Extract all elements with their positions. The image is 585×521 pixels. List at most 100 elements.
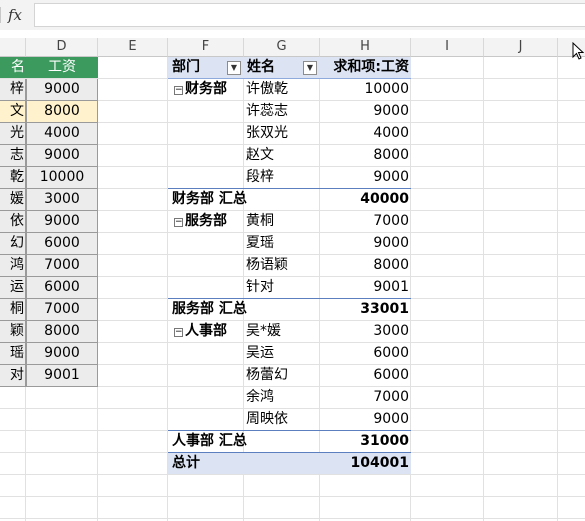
column-header-e[interactable]: E <box>98 38 168 57</box>
pivot-name-cell[interactable]: 黄桐 <box>246 211 274 232</box>
pivot-header-sum: 求和项:工资 <box>333 59 409 75</box>
pivot-item-row: − 服务部 黄桐 7000 <box>168 211 411 233</box>
pivot-name-cell[interactable]: 周映依 <box>246 409 288 430</box>
pivot-value-cell[interactable]: 3000 <box>320 321 409 342</box>
pivot-subtotal-value[interactable]: 40000 <box>320 189 409 210</box>
name-filter-dropdown-icon[interactable]: ▼ <box>303 61 317 75</box>
pivot-name-cell[interactable]: 段梓 <box>246 167 274 188</box>
pivot-value-cell[interactable]: 6000 <box>320 343 409 364</box>
pivot-header-dept: 部门 <box>172 59 200 75</box>
pivot-value-cell[interactable]: 7000 <box>320 387 409 408</box>
pivot-subtotal-label[interactable]: 人事部 汇总 <box>172 431 247 452</box>
source-cell-c[interactable]: 依 <box>0 211 26 233</box>
pivot-name-cell[interactable]: 杨语颖 <box>246 255 288 276</box>
pivot-value-cell[interactable]: 9000 <box>320 101 409 122</box>
pivot-grand-total-label[interactable]: 总计 <box>172 453 200 474</box>
source-cell-c[interactable]: 梓 <box>0 79 26 101</box>
pivot-item-row: 张双光 4000 <box>168 123 411 145</box>
source-cell-d[interactable]: 4000 <box>26 123 98 145</box>
pivot-dept-text: 人事部 <box>185 323 227 339</box>
pivot-grand-total-value[interactable]: 104001 <box>320 453 409 474</box>
collapse-icon[interactable]: − <box>174 86 183 95</box>
source-cell-d[interactable]: 9000 <box>26 211 98 233</box>
pivot-value-cell[interactable]: 6000 <box>320 365 409 386</box>
pivot-value-cell[interactable]: 9000 <box>320 167 409 188</box>
pivot-value-cell[interactable]: 9001 <box>320 277 409 298</box>
source-cell-d[interactable]: 8000 <box>26 321 98 343</box>
column-header-d[interactable]: D <box>26 38 98 57</box>
pivot-item-row: 杨语颖 8000 <box>168 255 411 277</box>
pivot-item-row: 段梓 9000 <box>168 167 411 189</box>
source-cell-c[interactable]: 志 <box>0 145 26 167</box>
pivot-name-cell[interactable]: 吴运 <box>246 343 274 364</box>
pivot-value-cell[interactable]: 8000 <box>320 145 409 166</box>
formula-input[interactable] <box>34 3 585 27</box>
pivot-dept-label[interactable]: − 人事部 <box>174 321 227 342</box>
source-cell-c[interactable]: 幻 <box>0 233 26 255</box>
pivot-name-cell[interactable]: 针对 <box>246 277 274 298</box>
source-header-d[interactable]: 工资 <box>26 57 98 78</box>
source-cell-d[interactable]: 9001 <box>26 365 98 387</box>
source-cell-d[interactable]: 7000 <box>26 299 98 321</box>
pivot-subtotal-label[interactable]: 财务部 汇总 <box>172 189 247 210</box>
source-cell-c[interactable]: 对 <box>0 365 26 387</box>
dept-filter-dropdown-icon[interactable]: ▼ <box>227 61 241 75</box>
pivot-name-cell[interactable]: 吴*媛 <box>246 321 281 342</box>
pivot-item-row: 针对 9001 <box>168 277 411 299</box>
source-cell-d[interactable]: 9000 <box>26 145 98 167</box>
pivot-subtotal-label[interactable]: 服务部 汇总 <box>172 299 247 320</box>
pivot-name-cell[interactable]: 余鸿 <box>246 387 274 408</box>
pivot-subtotal-row: 服务部 汇总 33001 <box>168 298 411 320</box>
pivot-subtotal-value[interactable]: 31000 <box>320 431 409 452</box>
source-cell-d[interactable]: 6000 <box>26 277 98 299</box>
source-cell-d[interactable]: 9000 <box>26 343 98 365</box>
formula-bar: fx <box>0 0 585 30</box>
pivot-value-cell[interactable]: 9000 <box>320 233 409 254</box>
column-header-i[interactable]: I <box>411 38 484 57</box>
insert-function-icon[interactable]: fx <box>0 3 30 27</box>
pivot-value-cell[interactable]: 7000 <box>320 211 409 232</box>
source-cell-c[interactable]: 桐 <box>0 299 26 321</box>
collapse-icon[interactable]: − <box>174 328 183 337</box>
source-cell-d[interactable]: 6000 <box>26 233 98 255</box>
pivot-value-cell[interactable]: 8000 <box>320 255 409 276</box>
source-cell-c[interactable]: 乾 <box>0 167 26 189</box>
column-header-h[interactable]: H <box>320 38 411 57</box>
column-header-f[interactable]: F <box>168 38 244 57</box>
pivot-dept-label[interactable]: − 服务部 <box>174 211 227 232</box>
source-cell-c[interactable]: 颖 <box>0 321 26 343</box>
pivot-value-cell[interactable]: 9000 <box>320 409 409 430</box>
source-cell-c[interactable]: 瑶 <box>0 343 26 365</box>
column-header-j[interactable]: J <box>484 38 558 57</box>
pivot-name-cell[interactable]: 杨蕾幻 <box>246 365 288 386</box>
source-cell-d[interactable]: 10000 <box>26 167 98 189</box>
pivot-value-cell[interactable]: 4000 <box>320 123 409 144</box>
source-cell-d[interactable]: 9000 <box>26 79 98 101</box>
source-cell-c[interactable]: 鸿 <box>0 255 26 277</box>
source-cell-c[interactable]: 光 <box>0 123 26 145</box>
source-cell-c[interactable]: 运 <box>0 277 26 299</box>
pivot-dept-label[interactable]: − 财务部 <box>174 79 227 100</box>
pivot-dept-text: 财务部 <box>185 81 227 97</box>
pivot-name-cell[interactable]: 许蕊志 <box>246 101 288 122</box>
source-cell-d[interactable]: 7000 <box>26 255 98 277</box>
pivot-grand-total-row: 总计 104001 <box>168 452 411 474</box>
source-cell-d[interactable]: 8000 <box>26 101 98 123</box>
source-header-c[interactable]: 名 <box>0 57 26 78</box>
column-header-g[interactable]: G <box>244 38 320 57</box>
column-header-c[interactable] <box>0 38 26 57</box>
collapse-icon[interactable]: − <box>174 218 183 227</box>
pivot-value-cell[interactable]: 10000 <box>320 79 409 100</box>
pivot-name-cell[interactable]: 赵文 <box>246 145 274 166</box>
pivot-subtotal-value[interactable]: 33001 <box>320 299 409 320</box>
pivot-subtotal-row: 财务部 汇总 40000 <box>168 188 411 210</box>
pivot-name-cell[interactable]: 夏瑶 <box>246 233 274 254</box>
pivot-name-cell[interactable]: 许傲乾 <box>246 79 288 100</box>
source-cell-c[interactable]: 媛 <box>0 189 26 211</box>
source-cell-c[interactable]: 文 <box>0 101 26 123</box>
pivot-name-cell[interactable]: 张双光 <box>246 123 288 144</box>
pivot-item-row: − 财务部 许傲乾 10000 <box>168 79 411 101</box>
source-cell-d[interactable]: 3000 <box>26 189 98 211</box>
pivot-item-row: 吴运 6000 <box>168 343 411 365</box>
pivot-subtotal-row: 人事部 汇总 31000 <box>168 430 411 452</box>
